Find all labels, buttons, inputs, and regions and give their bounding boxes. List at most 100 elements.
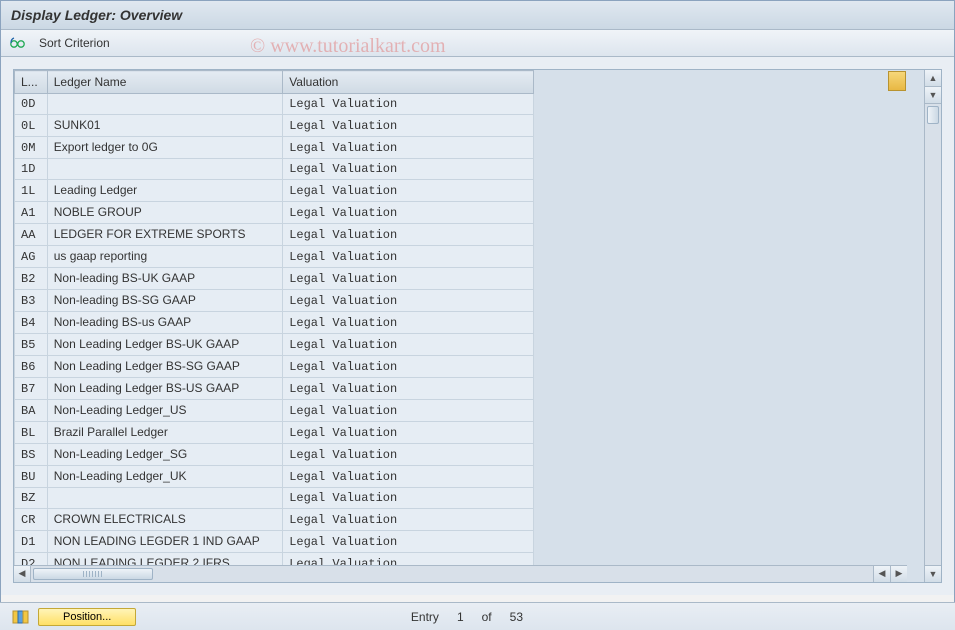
table-row[interactable]: B6Non Leading Ledger BS-SG GAAPLegal Val…	[15, 356, 534, 378]
cell-ledger-name[interactable]: Non Leading Ledger BS-US GAAP	[47, 378, 282, 400]
cell-ledger-name[interactable]	[47, 488, 282, 509]
cell-ledger-name[interactable]: Non-leading BS-UK GAAP	[47, 268, 282, 290]
cell-ledger-name[interactable]: Leading Ledger	[47, 180, 282, 202]
cell-ledger-name[interactable]: Non-leading BS-us GAAP	[47, 312, 282, 334]
cell-ledger-name[interactable]: Non-leading BS-SG GAAP	[47, 290, 282, 312]
scroll-up-icon[interactable]: ▲	[925, 70, 941, 87]
cell-valuation[interactable]: Legal Valuation	[283, 334, 534, 356]
cell-ledger-name[interactable]: Non Leading Ledger BS-SG GAAP	[47, 356, 282, 378]
cell-ledger-id[interactable]: 0D	[15, 94, 48, 115]
cell-ledger-name[interactable]: NOBLE GROUP	[47, 202, 282, 224]
cell-ledger-id[interactable]: 0M	[15, 137, 48, 159]
cell-ledger-name[interactable]	[47, 159, 282, 180]
vscroll-track[interactable]	[925, 104, 941, 565]
table-row[interactable]: B7Non Leading Ledger BS-US GAAPLegal Val…	[15, 378, 534, 400]
cell-ledger-name[interactable]: Export ledger to 0G	[47, 137, 282, 159]
cell-ledger-id[interactable]: 0L	[15, 115, 48, 137]
scroll-right-icon[interactable]: ▶	[890, 566, 907, 582]
scroll-down-icon[interactable]: ▼	[925, 565, 941, 582]
table-row[interactable]: D1NON LEADING LEGDER 1 IND GAAPLegal Val…	[15, 531, 534, 553]
cell-ledger-id[interactable]: B7	[15, 378, 48, 400]
cell-valuation[interactable]: Legal Valuation	[283, 115, 534, 137]
cell-ledger-id[interactable]: CR	[15, 509, 48, 531]
cell-ledger-id[interactable]: AA	[15, 224, 48, 246]
cell-ledger-name[interactable]: Non-Leading Ledger_UK	[47, 466, 282, 488]
cell-ledger-id[interactable]: BU	[15, 466, 48, 488]
cell-valuation[interactable]: Legal Valuation	[283, 159, 534, 180]
table-row[interactable]: A1NOBLE GROUPLegal Valuation	[15, 202, 534, 224]
table-row[interactable]: BSNon-Leading Ledger_SGLegal Valuation	[15, 444, 534, 466]
position-icon[interactable]	[12, 609, 30, 625]
table-row[interactable]: B4Non-leading BS-us GAAPLegal Valuation	[15, 312, 534, 334]
cell-ledger-name[interactable]: NON LEADING LEGDER 1 IND GAAP	[47, 531, 282, 553]
table-row[interactable]: B5Non Leading Ledger BS-UK GAAPLegal Val…	[15, 334, 534, 356]
cell-ledger-name[interactable]: SUNK01	[47, 115, 282, 137]
cell-ledger-id[interactable]: B2	[15, 268, 48, 290]
table-row[interactable]: B3Non-leading BS-SG GAAPLegal Valuation	[15, 290, 534, 312]
cell-valuation[interactable]: Legal Valuation	[283, 180, 534, 202]
table-row[interactable]: 0D Legal Valuation	[15, 94, 534, 115]
cell-valuation[interactable]: Legal Valuation	[283, 531, 534, 553]
vertical-scrollbar[interactable]: ▲ ▼ ▼	[924, 70, 941, 582]
cell-ledger-name[interactable]: Non-Leading Ledger_SG	[47, 444, 282, 466]
cell-valuation[interactable]: Legal Valuation	[283, 422, 534, 444]
cell-ledger-id[interactable]: B5	[15, 334, 48, 356]
cell-valuation[interactable]: Legal Valuation	[283, 509, 534, 531]
cell-ledger-name[interactable]: Non Leading Ledger BS-UK GAAP	[47, 334, 282, 356]
col-header-id[interactable]: L...	[15, 71, 48, 94]
scroll-right-step-icon[interactable]: ◀	[873, 566, 890, 582]
scroll-left-icon[interactable]: ◀	[14, 566, 31, 582]
cell-ledger-name[interactable]: NON LEADING LEGDER 2 IFRS	[47, 553, 282, 566]
cell-valuation[interactable]: Legal Valuation	[283, 444, 534, 466]
table-row[interactable]: 1D Legal Valuation	[15, 159, 534, 180]
hscroll-thumb[interactable]	[33, 568, 153, 580]
cell-valuation[interactable]: Legal Valuation	[283, 400, 534, 422]
sort-criterion-button[interactable]: Sort Criterion	[31, 34, 118, 52]
table-row[interactable]: BUNon-Leading Ledger_UKLegal Valuation	[15, 466, 534, 488]
table-row[interactable]: AGus gaap reportingLegal Valuation	[15, 246, 534, 268]
table-row[interactable]: BLBrazil Parallel LedgerLegal Valuation	[15, 422, 534, 444]
col-header-name[interactable]: Ledger Name	[47, 71, 282, 94]
cell-ledger-id[interactable]: A1	[15, 202, 48, 224]
table-row[interactable]: 1LLeading LedgerLegal Valuation	[15, 180, 534, 202]
cell-ledger-id[interactable]: D2	[15, 553, 48, 566]
cell-ledger-name[interactable]: Brazil Parallel Ledger	[47, 422, 282, 444]
cell-ledger-name[interactable]	[47, 94, 282, 115]
cell-ledger-id[interactable]: AG	[15, 246, 48, 268]
cell-ledger-id[interactable]: BZ	[15, 488, 48, 509]
cell-valuation[interactable]: Legal Valuation	[283, 466, 534, 488]
cell-ledger-id[interactable]: B6	[15, 356, 48, 378]
cell-valuation[interactable]: Legal Valuation	[283, 246, 534, 268]
table-row[interactable]: BANon-Leading Ledger_USLegal Valuation	[15, 400, 534, 422]
cell-ledger-id[interactable]: D1	[15, 531, 48, 553]
cell-ledger-id[interactable]: 1L	[15, 180, 48, 202]
vscroll-thumb[interactable]	[927, 106, 939, 124]
cell-ledger-id[interactable]: BL	[15, 422, 48, 444]
glasses-icon[interactable]	[9, 35, 25, 51]
cell-valuation[interactable]: Legal Valuation	[283, 312, 534, 334]
cell-valuation[interactable]: Legal Valuation	[283, 137, 534, 159]
cell-valuation[interactable]: Legal Valuation	[283, 356, 534, 378]
cell-valuation[interactable]: Legal Valuation	[283, 202, 534, 224]
col-header-valuation[interactable]: Valuation	[283, 71, 534, 94]
cell-valuation[interactable]: Legal Valuation	[283, 290, 534, 312]
cell-valuation[interactable]: Legal Valuation	[283, 224, 534, 246]
horizontal-scrollbar[interactable]: ◀ ◀ ▶	[14, 565, 907, 582]
cell-ledger-id[interactable]: 1D	[15, 159, 48, 180]
cell-ledger-name[interactable]: LEDGER FOR EXTREME SPORTS	[47, 224, 282, 246]
table-row[interactable]: CRCROWN ELECTRICALSLegal Valuation	[15, 509, 534, 531]
table-row[interactable]: 0LSUNK01Legal Valuation	[15, 115, 534, 137]
table-row[interactable]: 0MExport ledger to 0GLegal Valuation	[15, 137, 534, 159]
cell-ledger-id[interactable]: BA	[15, 400, 48, 422]
table-row[interactable]: D2NON LEADING LEGDER 2 IFRSLegal Valuati…	[15, 553, 534, 566]
table-row[interactable]: BZ Legal Valuation	[15, 488, 534, 509]
cell-valuation[interactable]: Legal Valuation	[283, 553, 534, 566]
cell-ledger-name[interactable]: us gaap reporting	[47, 246, 282, 268]
cell-ledger-id[interactable]: BS	[15, 444, 48, 466]
cell-valuation[interactable]: Legal Valuation	[283, 488, 534, 509]
cell-valuation[interactable]: Legal Valuation	[283, 378, 534, 400]
cell-valuation[interactable]: Legal Valuation	[283, 268, 534, 290]
cell-ledger-id[interactable]: B4	[15, 312, 48, 334]
scroll-up-step-icon[interactable]: ▼	[925, 87, 941, 104]
cell-valuation[interactable]: Legal Valuation	[283, 94, 534, 115]
